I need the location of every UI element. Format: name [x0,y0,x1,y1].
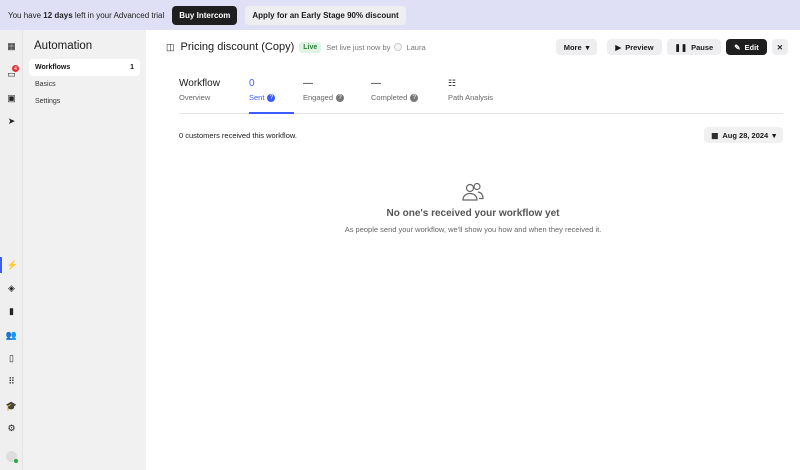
page-title: Pricing discount (Copy) [180,41,295,53]
pause-button[interactable]: ❚❚ Pause [666,39,722,55]
tab-value: — [303,78,313,89]
trial-banner: You have 12 days left in your Advanced t… [0,0,800,30]
discount-button[interactable]: Apply for an Early Stage 90% discount [245,5,406,25]
pause-icon: ❚❚ [674,42,688,52]
caret-down-icon: ▾ [772,130,776,140]
tab-path-analysis[interactable]: ☷ Path Analysis [448,78,493,114]
tab-label: Sent [249,93,265,102]
academy-icon[interactable]: 🎓 [0,398,23,414]
trial-text: You have 12 days left in your Advanced t… [8,10,165,20]
date-label: Aug 28, 2024 [722,130,769,140]
inbox-badge: 4 [12,65,19,72]
sidebar-item-label: Settings [35,98,61,105]
buy-intercom-button[interactable]: Buy Intercom [172,5,238,25]
send-icon[interactable]: ➤ [0,113,23,129]
pencil-icon: ✎ [734,42,741,52]
close-button[interactable]: ✕ [771,39,788,55]
preview-label: Preview [625,42,654,52]
caret-down-icon: ▾ [585,42,590,52]
preview-button[interactable]: ▶ Preview [607,39,662,55]
tab-label: Completed [371,93,408,102]
intercom-logo-icon[interactable]: ▦ [0,38,23,54]
play-icon: ▶ [615,42,622,52]
sidebar-toggle-icon[interactable]: ◫ [166,42,175,53]
empty-title: No one's received your workflow yet [386,208,560,219]
more-label: More [563,42,582,52]
tab-label: Path Analysis [448,93,494,102]
header: ◫ Pricing discount (Copy) Live Set live … [166,39,788,55]
help-icon[interactable]: ? [336,93,345,102]
user-name: Laura [406,42,426,52]
help-icon[interactable]: ? [267,93,276,102]
date-picker[interactable]: ▦ Aug 28, 2024 ▾ [704,127,783,143]
calendar-icon: ▦ [711,130,719,140]
lightning-icon[interactable]: ⚡ [0,257,23,273]
tab-engaged[interactable]: — Engaged? [303,78,345,114]
empty-text: As people send your workflow, we'll show… [344,225,602,234]
set-live-text: Set live just now by [326,42,391,52]
empty-state: No one's received your workflow yet As p… [146,182,800,234]
help-icon[interactable]: ? [410,93,419,102]
user-avatar-icon[interactable] [0,448,23,464]
tab-value: Workflow [179,78,220,89]
apps-icon[interactable]: ⠿ [0,373,23,389]
sidebar-item-label: Workflows [35,64,71,71]
status-badge: Live [299,41,322,53]
set-live-info: Set live just now by Laura [326,43,425,52]
workflow-count: 1 [130,64,134,71]
customer-count-text: 0 customers received this workflow. [179,131,297,140]
sidebar: Automation Workflows 1 Basics Settings [23,30,146,470]
tab-overview[interactable]: Workflow Overview [179,78,220,114]
nav-rail: ▦ ▭ 4 ▣ ➤ ⚡ ◈ ▮ 👥 ▯ ⠿ 🎓 ⚙ [0,30,23,470]
layers-icon[interactable]: ◈ [0,280,23,296]
contacts-icon[interactable]: ▣ [0,90,23,106]
avatar [394,43,403,51]
gear-icon[interactable]: ⚙ [0,420,23,436]
main-content: ◫ Pricing discount (Copy) Live Set live … [146,30,800,470]
sidebar-title: Automation [34,40,93,52]
pause-label: Pause [691,42,714,52]
sidebar-item-settings[interactable]: Settings [29,93,140,110]
sidebar-item-workflows[interactable]: Workflows 1 [29,59,140,76]
tab-label: Engaged [303,93,334,102]
people-icon[interactable]: 👥 [0,327,23,343]
inbox-icon[interactable]: ▭ 4 [0,65,23,82]
people-outline-icon [462,182,484,201]
edit-button[interactable]: ✎ Edit [726,39,767,55]
tab-completed[interactable]: — Completed? [371,78,419,114]
book-icon[interactable]: ▯ [0,350,23,366]
bar-chart-icon[interactable]: ▮ [0,303,23,319]
tab-value: — [371,78,381,89]
tab-label: Overview [179,93,211,102]
edit-label: Edit [744,42,759,52]
sidebar-item-label: Basics [35,81,56,88]
tab-value: 0 [249,78,255,89]
close-icon: ✕ [776,42,783,52]
sidebar-item-basics[interactable]: Basics [29,76,140,93]
more-button[interactable]: More ▾ [555,39,598,55]
path-analysis-icon: ☷ [448,78,457,88]
stats-tabs: Workflow Overview 0 Sent? — Engaged? — Compl… [179,78,783,114]
tab-sent[interactable]: 0 Sent? [249,78,294,114]
